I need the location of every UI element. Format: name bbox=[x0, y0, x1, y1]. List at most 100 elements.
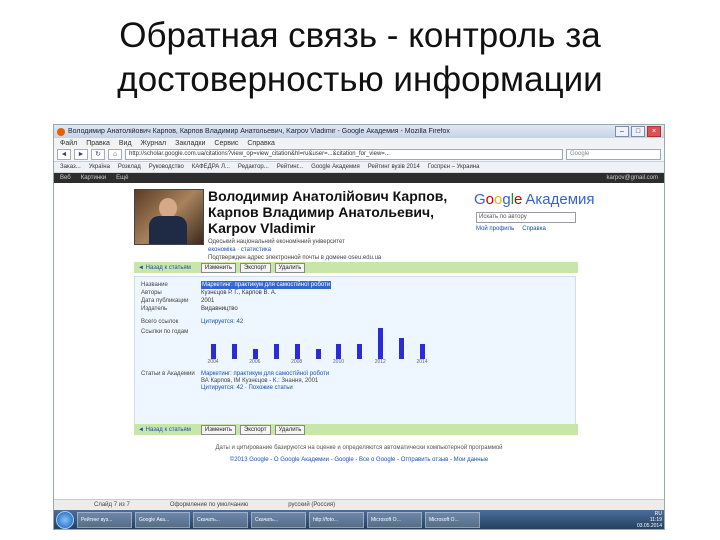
menu-view[interactable]: Вид bbox=[119, 140, 132, 147]
profile-interests-link[interactable]: економіка · статистика bbox=[208, 246, 468, 254]
google-scholar-logo[interactable]: Google Академия bbox=[474, 191, 595, 208]
field-value: 2001 bbox=[201, 298, 215, 304]
profile-photo bbox=[134, 189, 204, 245]
status-bar: Слайд 7 из 7 Оформление по умолчанию рус… bbox=[54, 499, 664, 510]
bookmark-item[interactable]: КАФЕДРА Л... bbox=[192, 164, 230, 170]
bookmarks-toolbar: Заказ... Україна Розклад Руководство КАФ… bbox=[54, 162, 664, 173]
menu-bar: Файл Правка Вид Журнал Закладки Сервис С… bbox=[54, 138, 664, 148]
field-label: Название bbox=[141, 282, 168, 288]
taskbar-item[interactable]: http://foto... bbox=[309, 511, 364, 528]
profile-email-verified: Подтвержден адрес электронной почты в до… bbox=[208, 255, 382, 261]
bookmark-item[interactable]: Розклад bbox=[118, 164, 141, 170]
delete-button[interactable]: Удалить bbox=[274, 424, 306, 435]
menu-tools[interactable]: Сервис bbox=[214, 140, 238, 147]
edit-button[interactable]: Изменить bbox=[200, 424, 236, 435]
profile-affiliation: Одеський національний економічний універ… bbox=[208, 238, 468, 262]
footer-links[interactable]: ©2013 Google - О Google Академии - Googl… bbox=[54, 457, 664, 463]
topbar-link-more[interactable]: Ещё bbox=[116, 175, 128, 181]
chart-bar-2008 bbox=[294, 343, 300, 359]
window-title: Володимир Анатолійович Карпов, Карпов Вл… bbox=[68, 128, 450, 135]
menu-edit[interactable]: Правка bbox=[86, 140, 110, 147]
bookmark-item[interactable]: Руководство bbox=[149, 164, 184, 170]
edit-button[interactable]: Изменить bbox=[200, 262, 236, 273]
back-to-articles-link[interactable]: ◄ Назад к статьям bbox=[138, 265, 191, 271]
profile-name-line-3: Karpov Vladimir bbox=[208, 220, 316, 236]
google-topbar: Веб Картинки Ещё karpov@gmail.com bbox=[54, 173, 664, 183]
back-button[interactable]: ◄ bbox=[57, 149, 71, 160]
chart-bar-2006 bbox=[252, 348, 258, 359]
chart-bar-2013 bbox=[399, 338, 405, 359]
field-label: Ссылки по годам bbox=[141, 329, 189, 335]
footer-note: Даты и цитирование базируются на оценке … bbox=[215, 445, 503, 451]
taskbar-item[interactable]: Microsoft O... bbox=[425, 511, 480, 528]
window-titlebar: Володимир Анатолійович Карпов, Карпов Вл… bbox=[54, 125, 664, 138]
article-toolbar-bottom: ◄ Назад к статьям Изменить Экспорт Удали… bbox=[134, 424, 578, 435]
bookmark-item[interactable]: Госпрєн – Украина bbox=[428, 164, 480, 170]
forward-button[interactable]: ► bbox=[74, 149, 88, 160]
chart-year-label: 2006 bbox=[249, 359, 261, 365]
chart-bar-2009 bbox=[315, 348, 321, 359]
author-search-input[interactable]: Искать по автору bbox=[476, 212, 576, 223]
menu-file[interactable]: Файл bbox=[60, 140, 77, 147]
windows-taskbar: Рейтинг вуз... Google Ака... Скачать... … bbox=[54, 510, 664, 529]
reload-button[interactable]: ↻ bbox=[91, 149, 105, 160]
field-row-date: Дата публикации 2001 bbox=[141, 297, 331, 305]
field-value: Кузнєцов Р. Г., Карпов В. А. bbox=[201, 290, 277, 296]
chart-bar-2014 bbox=[420, 343, 426, 359]
bookmark-item[interactable]: Редактор... bbox=[238, 164, 269, 170]
taskbar-item[interactable]: Рейтинг вуз... bbox=[77, 511, 132, 528]
field-label: Всего ссылок bbox=[141, 319, 179, 325]
scholar-links: Мой профиль Справка bbox=[476, 226, 546, 232]
field-label: Статьи в Академии bbox=[141, 371, 195, 377]
bookmark-item[interactable]: Рейтинг... bbox=[277, 164, 303, 170]
menu-help[interactable]: Справка bbox=[247, 140, 274, 147]
tray-date: 03.05.2014 bbox=[636, 522, 662, 529]
maximize-button[interactable]: □ bbox=[631, 126, 645, 137]
field-row-title: Название Маркетинг: практикум для самост… bbox=[141, 281, 332, 289]
taskbar-item[interactable]: Скачать... bbox=[193, 511, 248, 528]
system-tray[interactable]: RU 11:19 03.05.2014 bbox=[636, 511, 664, 529]
related-article-authors: ВА Карпов, ІМ Кузнєцов - К.: Знання, 200… bbox=[201, 378, 319, 384]
bookmark-item[interactable]: Україна bbox=[89, 164, 110, 170]
chart-year-label: 2004 bbox=[207, 359, 219, 365]
help-link[interactable]: Справка bbox=[522, 226, 546, 232]
field-row-authors: Авторы Кузнєцов Р. Г., Карпов В. А. bbox=[141, 289, 331, 297]
export-button[interactable]: Экспорт bbox=[239, 424, 271, 435]
bookmark-item[interactable]: Рейтинг вузів 2014 bbox=[368, 164, 420, 170]
page-content: Володимир Анатолійович Карпов, Карпов Вл… bbox=[54, 183, 664, 503]
chart-bar-2011 bbox=[357, 343, 363, 359]
bookmark-item[interactable]: Google Академия bbox=[311, 164, 360, 170]
my-profile-link[interactable]: Мой профиль bbox=[476, 226, 514, 232]
chart-year-label: 2014 bbox=[416, 359, 428, 365]
start-button[interactable] bbox=[56, 510, 74, 529]
delete-button[interactable]: Удалить bbox=[274, 262, 306, 273]
slide-title-line-2: достоверностью информации bbox=[117, 60, 603, 99]
slide-counter: Слайд 7 из 7 bbox=[94, 502, 130, 508]
taskbar-item[interactable]: Google Ака... bbox=[135, 511, 190, 528]
citations-bar-chart: 2004 2006 2008 2010 2012 2014 bbox=[203, 321, 433, 365]
field-label: Издатель bbox=[141, 306, 168, 312]
topbar-link-web[interactable]: Веб bbox=[60, 175, 71, 181]
taskbar-item[interactable]: Microsoft O... bbox=[367, 511, 422, 528]
home-button[interactable]: ⌂ bbox=[108, 149, 122, 160]
minimize-button[interactable]: – bbox=[615, 126, 629, 137]
related-article-title[interactable]: Маркетинг: практикум для самостійної роб… bbox=[201, 371, 329, 378]
article-title-link[interactable]: Маркетинг: практикум для самостійної роб… bbox=[201, 281, 332, 289]
close-button[interactable]: × bbox=[647, 126, 661, 137]
article-details: Название Маркетинг: практикум для самост… bbox=[134, 276, 576, 425]
browser-search-input[interactable]: Google bbox=[566, 149, 661, 160]
related-articles: Маркетинг: практикум для самостійної роб… bbox=[201, 371, 329, 392]
slide-title-line-1: Обратная связь - контроль за bbox=[119, 16, 601, 55]
taskbar-item[interactable]: Скачать... bbox=[251, 511, 306, 528]
back-to-articles-link[interactable]: ◄ Назад к статьям bbox=[138, 427, 191, 433]
menu-history[interactable]: Журнал bbox=[141, 140, 167, 147]
address-bar[interactable]: http://scholar.google.com.ua/citations?v… bbox=[125, 149, 563, 160]
topbar-user[interactable]: karpov@gmail.com bbox=[607, 175, 658, 181]
firefox-icon bbox=[57, 127, 65, 136]
related-article-citations[interactable]: Цитируется: 42 · Похожие статьи bbox=[201, 385, 329, 392]
export-button[interactable]: Экспорт bbox=[239, 262, 271, 273]
menu-bookmarks[interactable]: Закладки bbox=[175, 140, 205, 147]
slide-title: Обратная связь - контроль за достовернос… bbox=[0, 14, 720, 102]
topbar-link-images[interactable]: Картинки bbox=[81, 175, 106, 181]
bookmark-item[interactable]: Заказ... bbox=[60, 164, 81, 170]
